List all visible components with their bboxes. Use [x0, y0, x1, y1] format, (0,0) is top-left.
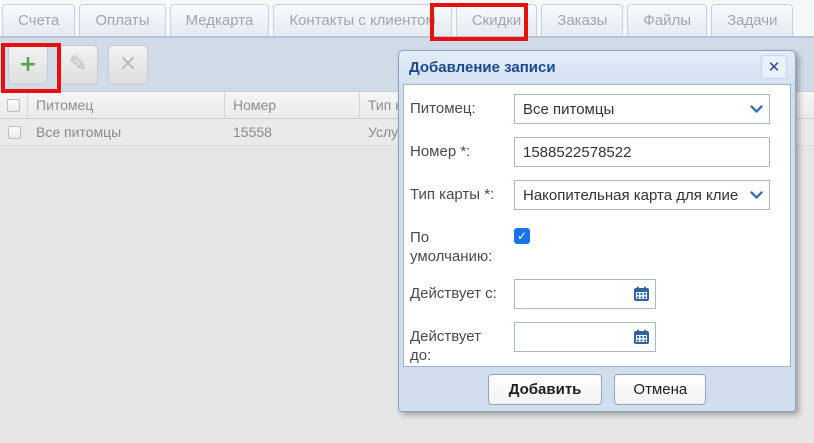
add-record-dialog: Добавление записи ✕ Питомец: Все питомцы [398, 50, 796, 412]
default-label: По умолчанию: [410, 229, 493, 265]
field-row-default: По умолчанию: ✓ [410, 223, 784, 266]
field-row-card-type: Тип карты *: Накопительная карта для кли… [410, 180, 784, 210]
pet-select[interactable]: Все питомцы [514, 94, 770, 124]
row-cell-pet: Все питомцы [36, 124, 122, 140]
card-type-label: Тип карты *: [410, 186, 495, 203]
valid-from-label: Действует с: [410, 285, 497, 302]
calendar-icon[interactable] [633, 286, 650, 307]
select-all-cell [0, 92, 28, 118]
row-checkbox[interactable] [7, 125, 21, 139]
edit-record-button[interactable]: ✎ [58, 44, 98, 85]
plus-icon: + [18, 51, 38, 77]
field-row-valid-from: Действует с: [410, 279, 784, 309]
submit-button[interactable]: Добавить [487, 373, 603, 405]
tab-tasks[interactable]: Задачи [711, 4, 794, 36]
column-header-pet[interactable]: Питомец [28, 92, 225, 118]
dialog-header: Добавление записи ✕ [399, 51, 795, 83]
calendar-icon[interactable] [633, 329, 650, 350]
field-row-number: Номер *: [410, 137, 784, 167]
field-row-valid-to: Действует до: [410, 322, 784, 365]
app-window: Счета Оплаты Медкарта Контакты с клиенто… [0, 0, 814, 443]
cancel-button[interactable]: Отмена [614, 373, 707, 405]
x-icon: ✕ [118, 51, 138, 77]
column-header-number[interactable]: Номер [225, 92, 360, 118]
dialog-footer: Добавить Отмена [399, 367, 795, 411]
card-type-select[interactable]: Накопительная карта для клие [514, 180, 770, 210]
valid-to-label: Действует до: [410, 328, 481, 364]
tab-bar: Счета Оплаты Медкарта Контакты с клиенто… [0, 0, 814, 38]
chevron-down-icon [750, 190, 763, 199]
pet-label: Питомец: [410, 100, 476, 117]
select-all-checkbox[interactable] [7, 98, 20, 112]
number-label: Номер *: [410, 143, 471, 160]
number-input[interactable] [514, 137, 770, 167]
row-cell-number: 15558 [233, 124, 272, 140]
tab-accounts[interactable]: Счета [2, 4, 76, 36]
dialog-close-button[interactable]: ✕ [761, 55, 787, 79]
tab-medcard[interactable]: Медкарта [169, 4, 270, 36]
delete-record-button[interactable]: ✕ [108, 44, 148, 85]
default-checkbox[interactable]: ✓ [514, 228, 530, 244]
tab-orders[interactable]: Заказы [541, 4, 624, 36]
pencil-icon: ✎ [68, 51, 88, 77]
dialog-title: Добавление записи [409, 58, 556, 76]
tab-files[interactable]: Файлы [627, 4, 708, 36]
tab-client-contacts[interactable]: Контакты с клиентом [273, 4, 452, 36]
check-icon: ✓ [516, 229, 528, 243]
row-checkbox-cell [0, 119, 28, 145]
chevron-down-icon [750, 104, 763, 113]
dialog-body: Питомец: Все питомцы Номер *: Ти [403, 84, 791, 367]
add-record-button[interactable]: + [8, 44, 48, 85]
field-row-pet: Питомец: Все питомцы [410, 94, 784, 124]
tab-payments[interactable]: Оплаты [79, 4, 166, 36]
tab-discounts[interactable]: Скидки [455, 4, 538, 36]
close-icon: ✕ [767, 58, 781, 76]
